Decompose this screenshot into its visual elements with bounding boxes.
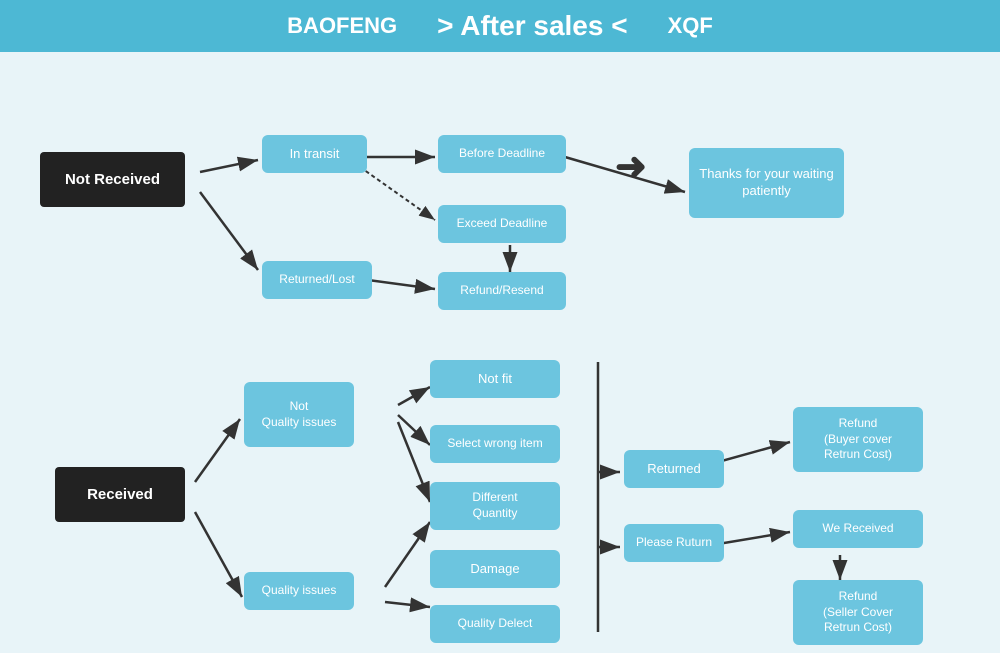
large-arrow: ➜: [615, 144, 647, 189]
refund-resend-box: Refund/Resend: [438, 272, 566, 310]
before-deadline-box: Before Deadline: [438, 135, 566, 173]
in-transit-box: In transit: [262, 135, 367, 173]
damage-box: Damage: [430, 550, 560, 588]
received-box: Received: [55, 467, 185, 522]
refund-seller-box: Refund (Seller Cover Retrun Cost): [793, 580, 923, 645]
header: BAOFENG > After sales < XQF: [0, 0, 1000, 52]
quality-issues-box: Quality issues: [244, 572, 354, 610]
not-fit-box: Not fit: [430, 360, 560, 398]
not-received-box: Not Received: [40, 152, 185, 207]
not-quality-box: Not Quality issues: [244, 382, 354, 447]
brand-left: BAOFENG: [287, 13, 397, 39]
brand-right: XQF: [668, 13, 713, 39]
quality-defect-box: Quality Delect: [430, 605, 560, 643]
select-wrong-box: Select wrong item: [430, 425, 560, 463]
returned-box: Returned: [624, 450, 724, 488]
please-return-box: Please Ruturn: [624, 524, 724, 562]
exceed-deadline-box: Exceed Deadline: [438, 205, 566, 243]
refund-buyer-box: Refund (Buyer cover Retrun Cost): [793, 407, 923, 472]
we-received-box: We Received: [793, 510, 923, 548]
thanks-box: Thanks for your waiting patiently: [689, 148, 844, 218]
header-title: > After sales <: [437, 10, 627, 42]
returned-lost-box: Returned/Lost: [262, 261, 372, 299]
diff-quantity-box: Different Quantity: [430, 482, 560, 530]
main-content: Not Received In transit Returned/Lost Be…: [0, 52, 1000, 653]
